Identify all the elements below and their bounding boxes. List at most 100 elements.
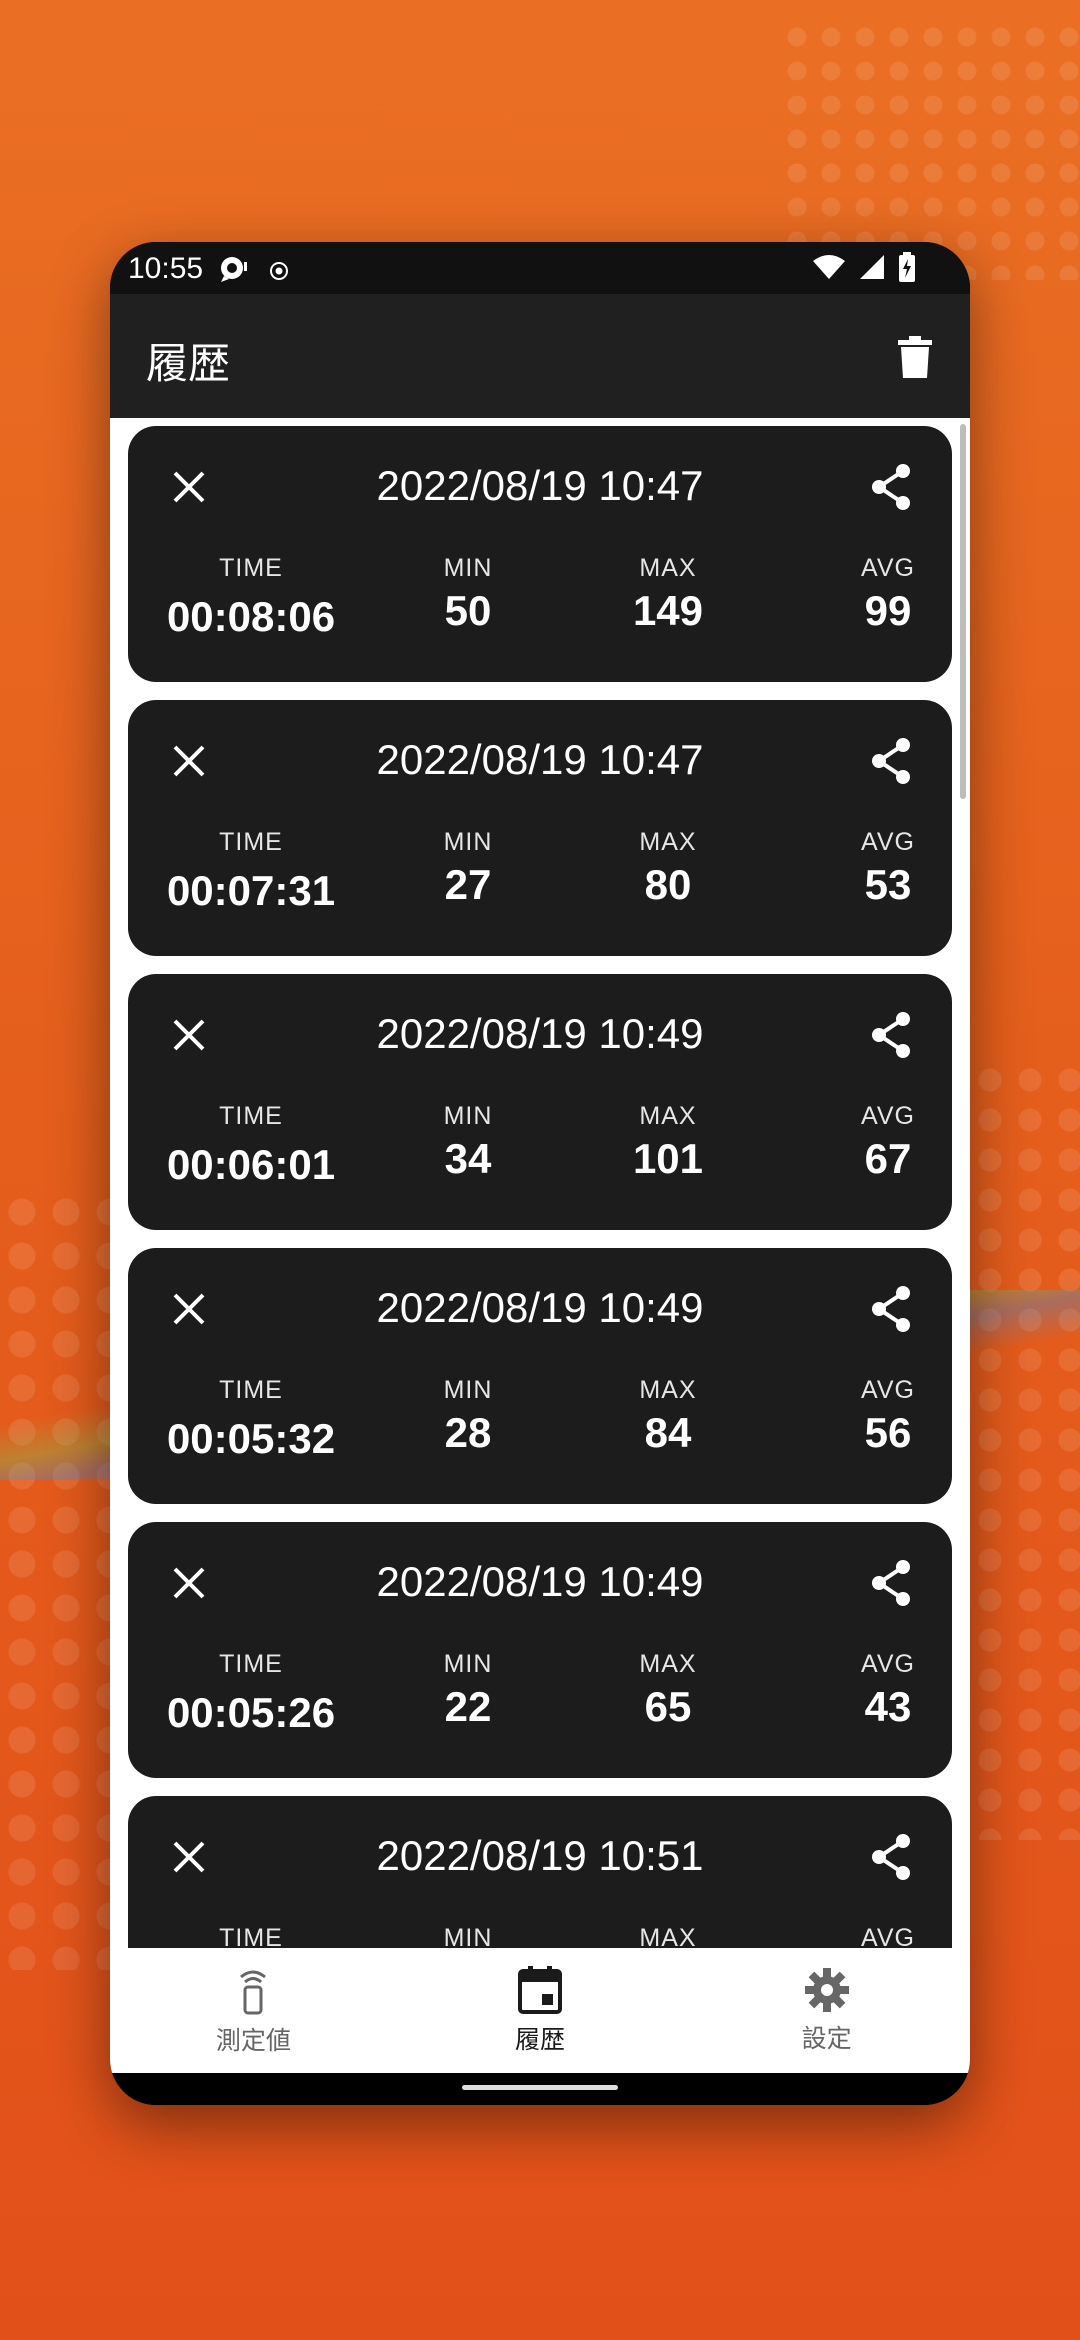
share-button[interactable] <box>866 1010 916 1060</box>
stat-min: MIN <box>428 1924 508 1948</box>
share-button[interactable] <box>866 1832 916 1882</box>
stat-min: MIN 34 <box>428 1102 508 1183</box>
stat-value: 27 <box>444 861 492 908</box>
stat-time: TIME <box>156 1924 346 1948</box>
share-button[interactable] <box>866 1284 916 1334</box>
stat-value: 53 <box>864 861 912 908</box>
stat-label: MIN <box>443 1376 493 1404</box>
nav-label: 測定値 <box>215 2025 291 2055</box>
stat-value: 50 <box>444 587 492 634</box>
history-card[interactable]: 2022/08/19 10:47 TIME 00:07:31 MIN 27 MAX 80 AV… <box>128 700 952 956</box>
stat-avg: AVG 53 <box>848 828 928 909</box>
stat-min: MIN 22 <box>428 1650 508 1731</box>
status-time: 10:55 <box>128 252 204 285</box>
stat-max: MAX 65 <box>618 1650 718 1731</box>
stat-label: MAX <box>639 1924 697 1948</box>
stat-label: TIME <box>219 1102 283 1130</box>
history-card[interactable]: 2022/08/19 10:47 TIME 00:08:06 MIN 50 MAX 149 A… <box>128 426 952 682</box>
stat-time: TIME 00:05:32 <box>156 1376 346 1463</box>
stat-label: AVG <box>861 1924 915 1948</box>
page-title: 履歴 <box>146 339 231 388</box>
record-indicator-icon <box>268 256 290 290</box>
share-icon <box>872 1560 910 1606</box>
stat-label: AVG <box>861 1102 915 1130</box>
share-icon <box>872 464 910 510</box>
stat-min: MIN 27 <box>428 828 508 909</box>
stat-value: 56 <box>864 1409 912 1456</box>
scrollbar[interactable] <box>960 424 966 799</box>
entry-datetime: 2022/08/19 10:51 <box>376 1832 704 1879</box>
share-button[interactable] <box>866 462 916 512</box>
stat-avg: AVG 99 <box>848 554 928 635</box>
nav-item-history[interactable]: 履歴 <box>430 1965 650 2056</box>
stat-value: 149 <box>632 587 704 634</box>
phone-frame: 10:55 履歴 2022/08/19 10:47 TIME 00:08:06 … <box>110 242 970 2105</box>
history-card[interactable]: 2022/08/19 10:49 TIME 00:06:01 MIN 34 MAX 101 A… <box>128 974 952 1230</box>
gear-icon <box>804 1967 849 2012</box>
stat-label: MIN <box>443 1650 493 1678</box>
stat-label: MAX <box>639 828 697 856</box>
stat-time: TIME 00:07:31 <box>156 828 346 915</box>
stat-max: MAX 84 <box>618 1376 718 1457</box>
stat-time: TIME 00:08:06 <box>156 554 346 641</box>
stat-value: 00:05:26 <box>166 1689 336 1736</box>
stat-time: TIME 00:06:01 <box>156 1102 346 1189</box>
background-dot-pattern <box>970 1060 1080 1840</box>
entry-datetime: 2022/08/19 10:49 <box>376 1010 704 1057</box>
delete-all-button[interactable] <box>888 330 942 384</box>
history-card[interactable]: 2022/08/19 10:49 TIME 00:05:26 MIN 22 MAX 65 AV… <box>128 1522 952 1778</box>
stat-value: 65 <box>644 1683 692 1730</box>
stat-label: TIME <box>219 828 283 856</box>
battery-icon <box>898 252 916 290</box>
stat-label: MIN <box>443 828 493 856</box>
stat-value: 99 <box>864 587 912 634</box>
stat-label: MIN <box>443 1102 493 1130</box>
stat-label: TIME <box>219 554 283 582</box>
stat-value: 28 <box>444 1409 492 1456</box>
trash-icon <box>898 336 932 378</box>
share-icon <box>872 1834 910 1880</box>
stat-label: TIME <box>219 1924 283 1948</box>
chat-bubble-icon <box>218 254 248 292</box>
stat-time: TIME 00:05:26 <box>156 1650 346 1737</box>
stat-label: MAX <box>639 1376 697 1404</box>
nav-label: 履歴 <box>514 2024 565 2054</box>
bottom-navigation: 測定値 履歴 設定 <box>110 1948 970 2073</box>
stat-avg: AVG <box>848 1924 928 1948</box>
stat-value: 67 <box>864 1135 912 1182</box>
stat-label: TIME <box>219 1376 283 1404</box>
entry-datetime: 2022/08/19 10:49 <box>376 1284 704 1331</box>
stat-value: 34 <box>444 1135 492 1182</box>
entry-datetime: 2022/08/19 10:47 <box>376 462 704 509</box>
stat-value: 43 <box>864 1683 912 1730</box>
history-card[interactable]: 2022/08/19 10:49 TIME 00:05:32 MIN 28 MAX 84 AV… <box>128 1248 952 1504</box>
background-dot-pattern <box>780 20 1080 280</box>
nav-item-measurement[interactable]: 測定値 <box>143 1965 363 2057</box>
stat-label: MAX <box>639 554 697 582</box>
history-card[interactable]: 2022/08/19 10:51 TIME MIN MAX AVG <box>128 1796 952 1948</box>
stat-value: 00:05:32 <box>166 1415 336 1462</box>
stat-min: MIN 50 <box>428 554 508 635</box>
share-button[interactable] <box>866 1558 916 1608</box>
stat-value: 22 <box>444 1683 492 1730</box>
stat-label: MAX <box>639 1650 697 1678</box>
calendar-icon <box>517 1965 562 2014</box>
background-dot-pattern <box>0 1190 120 1970</box>
home-gesture-bar[interactable] <box>462 2085 618 2090</box>
stat-label: AVG <box>861 1650 915 1678</box>
stat-label: TIME <box>219 1650 283 1678</box>
stat-value: 80 <box>644 861 692 908</box>
status-bar: 10:55 <box>110 242 970 294</box>
stat-max: MAX 101 <box>618 1102 718 1183</box>
share-icon <box>872 1012 910 1058</box>
share-button[interactable] <box>866 736 916 786</box>
nav-item-settings[interactable]: 設定 <box>717 1967 937 2055</box>
stat-label: AVG <box>861 1376 915 1404</box>
nav-label: 設定 <box>801 2023 852 2053</box>
stat-max: MAX 149 <box>618 554 718 635</box>
stat-min: MIN 28 <box>428 1376 508 1457</box>
history-list[interactable]: 2022/08/19 10:47 TIME 00:08:06 MIN 50 MAX 149 A… <box>110 418 970 1948</box>
stat-label: AVG <box>861 828 915 856</box>
signal-device-icon <box>240 1970 267 2014</box>
stat-max: MAX <box>618 1924 718 1948</box>
